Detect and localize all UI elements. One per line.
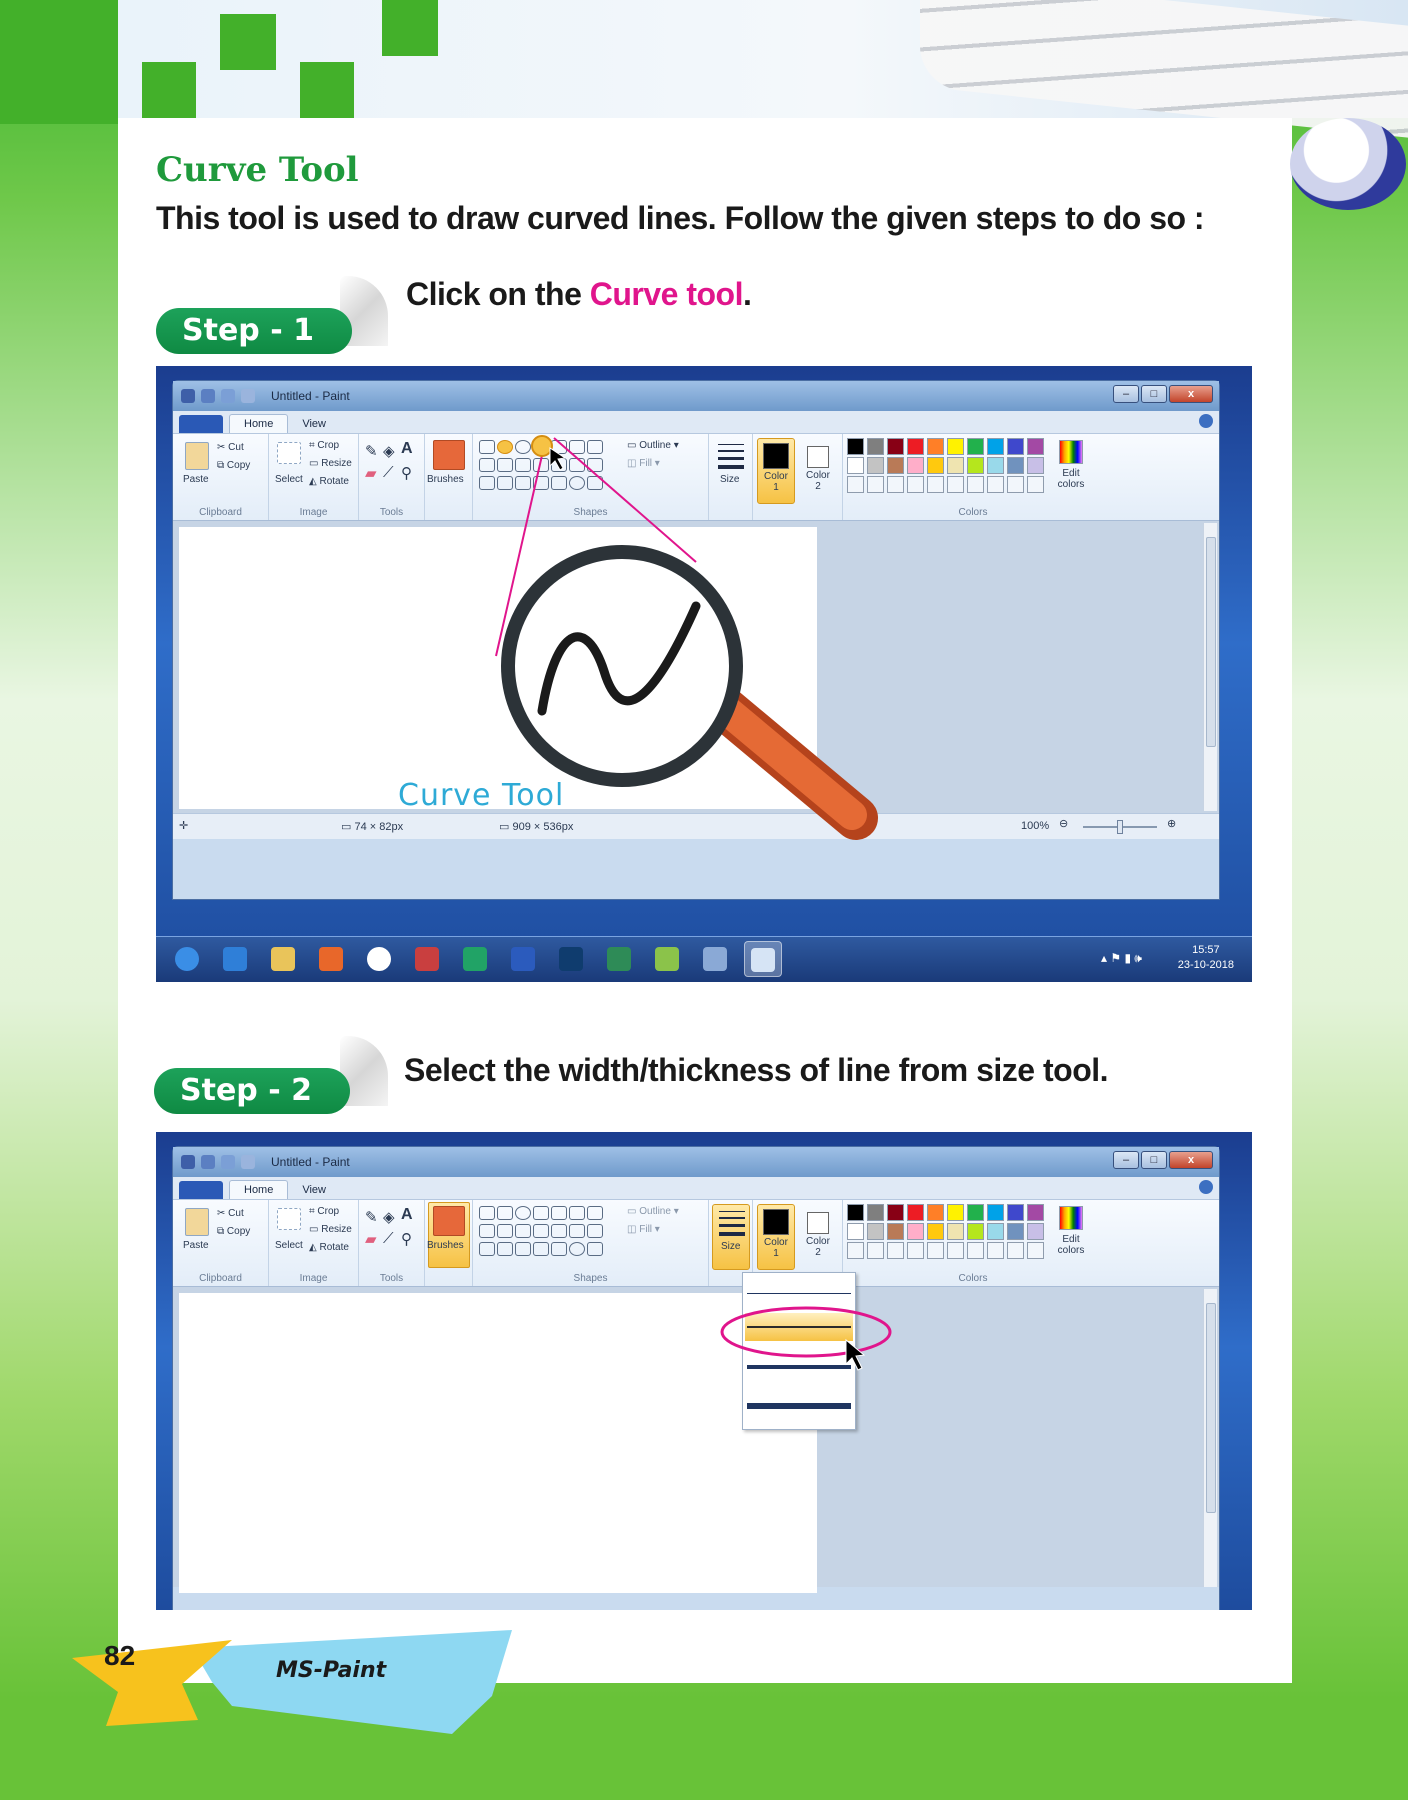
step-1-badge: Step - 1 [156, 308, 352, 354]
curve-tool-callout-label: Curve Tool [398, 778, 565, 813]
screenshot-step-2: Untitled - Paint – □ x Home View Paste ✂… [156, 1132, 1252, 1610]
page-title: Curve Tool [156, 150, 359, 190]
step-1-text-before: Click on the [406, 276, 590, 312]
magnifier-handle-highlight [703, 688, 867, 830]
step-1-text: Click on the Curve tool. [406, 276, 752, 313]
step-1-highlight: Curve tool [589, 276, 744, 312]
step-1-text-after: . [742, 276, 752, 312]
mouse-illustration [1290, 118, 1406, 210]
step-2-badge: Step - 2 [154, 1068, 350, 1114]
page-number: 82 [104, 1640, 136, 1671]
page-number-tab [72, 1640, 232, 1726]
intro-text: This tool is used to draw curved lines. … [156, 200, 1205, 236]
selection-ellipse [720, 1306, 892, 1358]
mouse-cursor-icon [549, 447, 567, 471]
green-square [300, 62, 354, 118]
green-square [220, 14, 276, 70]
mouse-cursor-icon [845, 1338, 866, 1371]
green-square [142, 62, 196, 118]
curve-tool-highlight [531, 435, 553, 457]
callout-line-right [553, 437, 697, 563]
green-corner-block [0, 0, 118, 124]
callout-overlay [495, 435, 878, 840]
step-2-text: Select the width/thickness of line from … [404, 1052, 1109, 1088]
screenshot-step-1: Untitled - Paint – □ x Home View Paste ✂… [156, 366, 1252, 982]
green-square [382, 0, 438, 56]
chapter-title: MS-Paint [276, 1658, 387, 1683]
magnifier-lens [501, 545, 743, 787]
size-selection-overlay [720, 1306, 892, 1371]
